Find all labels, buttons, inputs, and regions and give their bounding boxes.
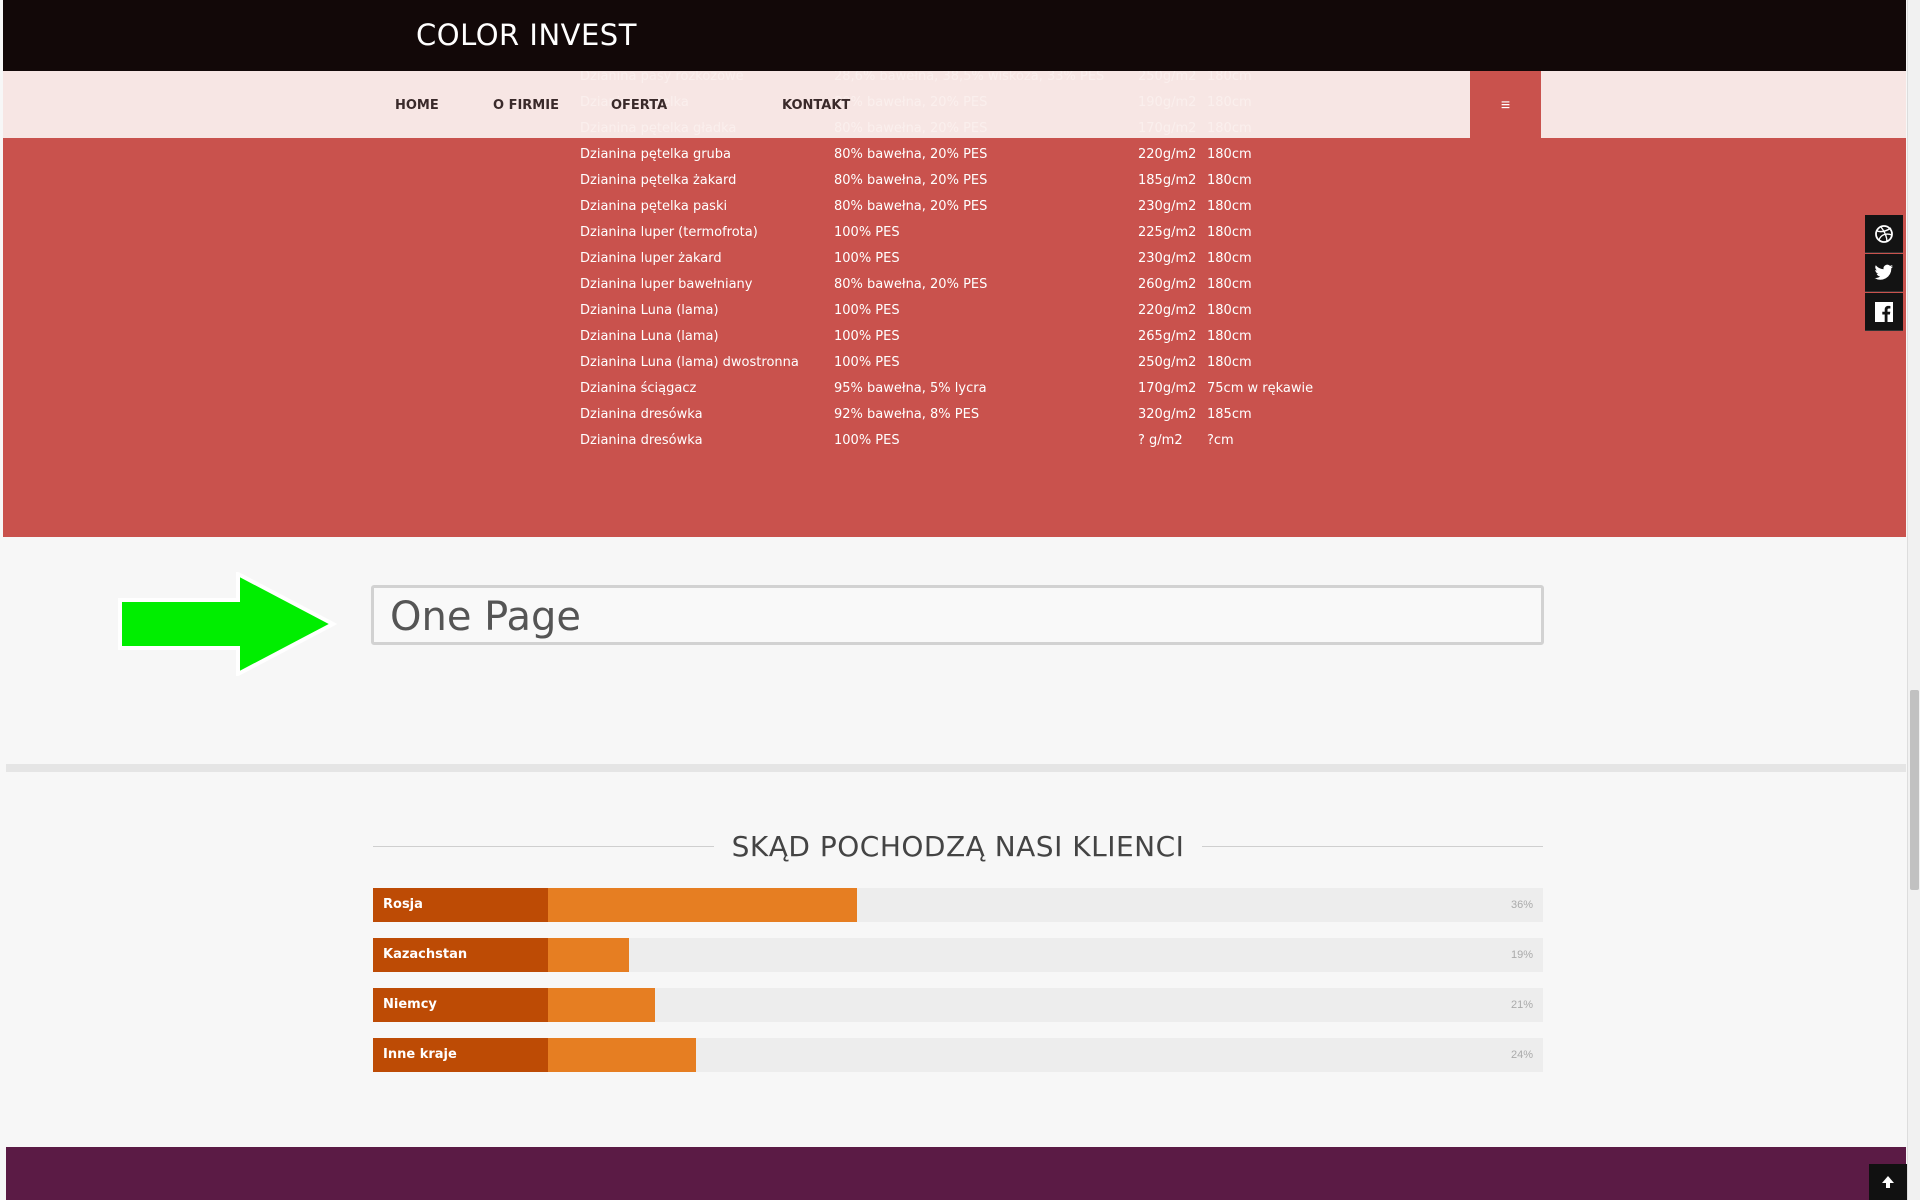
table-row: Dzianina dresówka 100% PES ? g/m2 ?cm <box>3 433 1906 459</box>
table-cell-weight: 320g/m2 <box>1138 407 1197 422</box>
client-bar: Kazachstan 19% <box>373 938 1543 972</box>
table-cell-width: ?cm <box>1207 433 1234 448</box>
table-row: Dzianina luper (termofrota) 100% PES 225g/… <box>3 225 1906 251</box>
client-bar: Inne kraje 24% <box>373 1038 1543 1072</box>
table-cell-name: Dzianina luper bawełniany <box>580 277 753 292</box>
table-row: Dzianina Luna (lama) 100% PES 220g/m2 180cm <box>3 303 1906 329</box>
table-cell-weight: 230g/m2 <box>1138 199 1197 214</box>
table-cell-width: 180cm <box>1207 199 1252 214</box>
table-cell-width: 180cm <box>1207 251 1252 266</box>
table-cell-width: 75cm w rękawie <box>1207 381 1314 396</box>
table-cell-comp: 80% bawełna, 20% PES <box>834 199 988 214</box>
client-bar-percent: 19% <box>1510 949 1533 961</box>
client-bar: Niemcy 21% <box>373 988 1543 1022</box>
table-cell-width: 180cm <box>1207 329 1252 344</box>
clients-heading: SKĄD POCHODZĄ NASI KLIENCI <box>373 830 1543 866</box>
table-row: Dzianina luper bawełniany 80% bawełna, 20… <box>3 277 1906 303</box>
site-logo[interactable]: COLOR INVEST <box>416 18 637 52</box>
table-cell-name: Dzianina ściągacz <box>580 381 697 396</box>
table-cell-weight: 170g/m2 <box>1138 381 1197 396</box>
table-cell-width: 180cm <box>1207 225 1252 240</box>
nav-o-firmie[interactable]: O FIRMIE <box>493 98 559 113</box>
table-cell-comp: 95% bawełna, 5% lycra <box>834 381 987 396</box>
nav-bar: HOME O FIRMIE OFERTA KONTAKT ≡ <box>3 71 1906 141</box>
table-row: Dzianina Luna (lama) dwostronna 100% PES 2… <box>3 355 1906 381</box>
table-cell-width: 185cm <box>1207 407 1252 422</box>
table-cell-comp: 100% PES <box>834 355 900 370</box>
table-cell-comp: 100% PES <box>834 225 900 240</box>
page: Dzianina strzyżona gładka77% bawełna, 23… <box>3 0 1906 1200</box>
nav-oferta[interactable]: OFERTA <box>611 98 667 113</box>
table-cell-name: Dzianina luper żakard <box>580 251 722 266</box>
clients-title: SKĄD POCHODZĄ NASI KLIENCI <box>713 830 1203 863</box>
table-cell-name: Dzianina luper (termofrota) <box>580 225 758 240</box>
client-bar-percent: 21% <box>1510 999 1533 1011</box>
table-cell-comp: 100% PES <box>834 303 900 318</box>
client-bar-label: Rosja <box>373 888 548 922</box>
client-bar-percent: 24% <box>1510 1049 1533 1061</box>
table-cell-comp: 100% PES <box>834 251 900 266</box>
client-bar-fill <box>548 888 857 922</box>
client-bar-fill <box>548 938 629 972</box>
table-row: Dzianina pętelka paski 80% bawełna, 20% P… <box>3 199 1906 225</box>
table-cell-width: 180cm <box>1207 173 1252 188</box>
table-cell-comp: 80% bawełna, 20% PES <box>834 277 988 292</box>
facebook-icon[interactable] <box>1865 293 1903 331</box>
client-bar-fill <box>548 1038 696 1072</box>
table-cell-weight: 220g/m2 <box>1138 303 1197 318</box>
table-cell-weight: 265g/m2 <box>1138 329 1197 344</box>
table-cell-weight: 260g/m2 <box>1138 277 1197 292</box>
table-cell-comp: 80% bawełna, 20% PES <box>834 147 988 162</box>
table-cell-name: Dzianina dresówka <box>580 407 703 422</box>
table-cell-width: 180cm <box>1207 355 1252 370</box>
table-cell-name: Dzianina pętelka paski <box>580 199 728 214</box>
table-cell-name: Dzianina Luna (lama) <box>580 303 719 318</box>
nav-kontakt[interactable]: KONTAKT <box>782 98 850 113</box>
table-cell-weight: 185g/m2 <box>1138 173 1197 188</box>
table-row: Dzianina pętelka gruba 80% bawełna, 20% P… <box>3 147 1906 173</box>
table-cell-width: 180cm <box>1207 277 1252 292</box>
client-bar-percent: 36% <box>1510 899 1533 911</box>
menu-toggle-icon[interactable]: ≡ <box>1470 71 1541 141</box>
table-cell-comp: 92% bawełna, 8% PES <box>834 407 980 422</box>
one-page-text: One Page <box>390 594 581 640</box>
scrollbar[interactable] <box>1907 0 1920 1200</box>
client-bar-label: Inne kraje <box>373 1038 548 1072</box>
client-bar: Rosja 36% <box>373 888 1543 922</box>
section-divider <box>6 764 1906 772</box>
twitter-icon[interactable] <box>1865 254 1903 292</box>
footer <box>6 1147 1906 1200</box>
client-bar-label: Niemcy <box>373 988 548 1022</box>
green-arrow-icon <box>118 570 338 681</box>
table-row: Dzianina luper żakard 100% PES 230g/m2 180c… <box>3 251 1906 277</box>
scroll-top-icon[interactable] <box>1869 1164 1907 1200</box>
client-bar-fill <box>548 988 655 1022</box>
table-cell-weight: ? g/m2 <box>1138 433 1183 448</box>
scrollbar-thumb[interactable] <box>1910 690 1919 890</box>
table-cell-weight: 225g/m2 <box>1138 225 1197 240</box>
table-cell-width: 180cm <box>1207 147 1252 162</box>
nav-home[interactable]: HOME <box>395 98 439 113</box>
table-cell-weight: 230g/m2 <box>1138 251 1197 266</box>
dribbble-icon[interactable] <box>1865 215 1903 253</box>
table-row: Dzianina Luna (lama) 100% PES 265g/m2 180cm <box>3 329 1906 355</box>
table-row: Dzianina dresówka 92% bawełna, 8% PES 320g… <box>3 407 1906 433</box>
top-bar: COLOR INVEST <box>3 0 1906 71</box>
table-cell-comp: 100% PES <box>834 433 900 448</box>
table-cell-weight: 220g/m2 <box>1138 147 1197 162</box>
table-row: Dzianina pętelka żakard 80% bawełna, 20% … <box>3 173 1906 199</box>
table-cell-name: Dzianina pętelka żakard <box>580 173 737 188</box>
table-cell-name: Dzianina pętelka gruba <box>580 147 732 162</box>
table-cell-comp: 80% bawełna, 20% PES <box>834 173 988 188</box>
table-cell-width: 180cm <box>1207 303 1252 318</box>
table-cell-name: Dzianina Luna (lama) dwostronna <box>580 355 799 370</box>
table-cell-comp: 100% PES <box>834 329 900 344</box>
one-page-box[interactable]: One Page <box>371 585 1544 645</box>
table-row: Dzianina ściągacz 95% bawełna, 5% lycra 17… <box>3 381 1906 407</box>
table-cell-weight: 250g/m2 <box>1138 355 1197 370</box>
table-cell-name: Dzianina Luna (lama) <box>580 329 719 344</box>
table-cell-name: Dzianina dresówka <box>580 433 703 448</box>
client-bar-label: Kazachstan <box>373 938 548 972</box>
